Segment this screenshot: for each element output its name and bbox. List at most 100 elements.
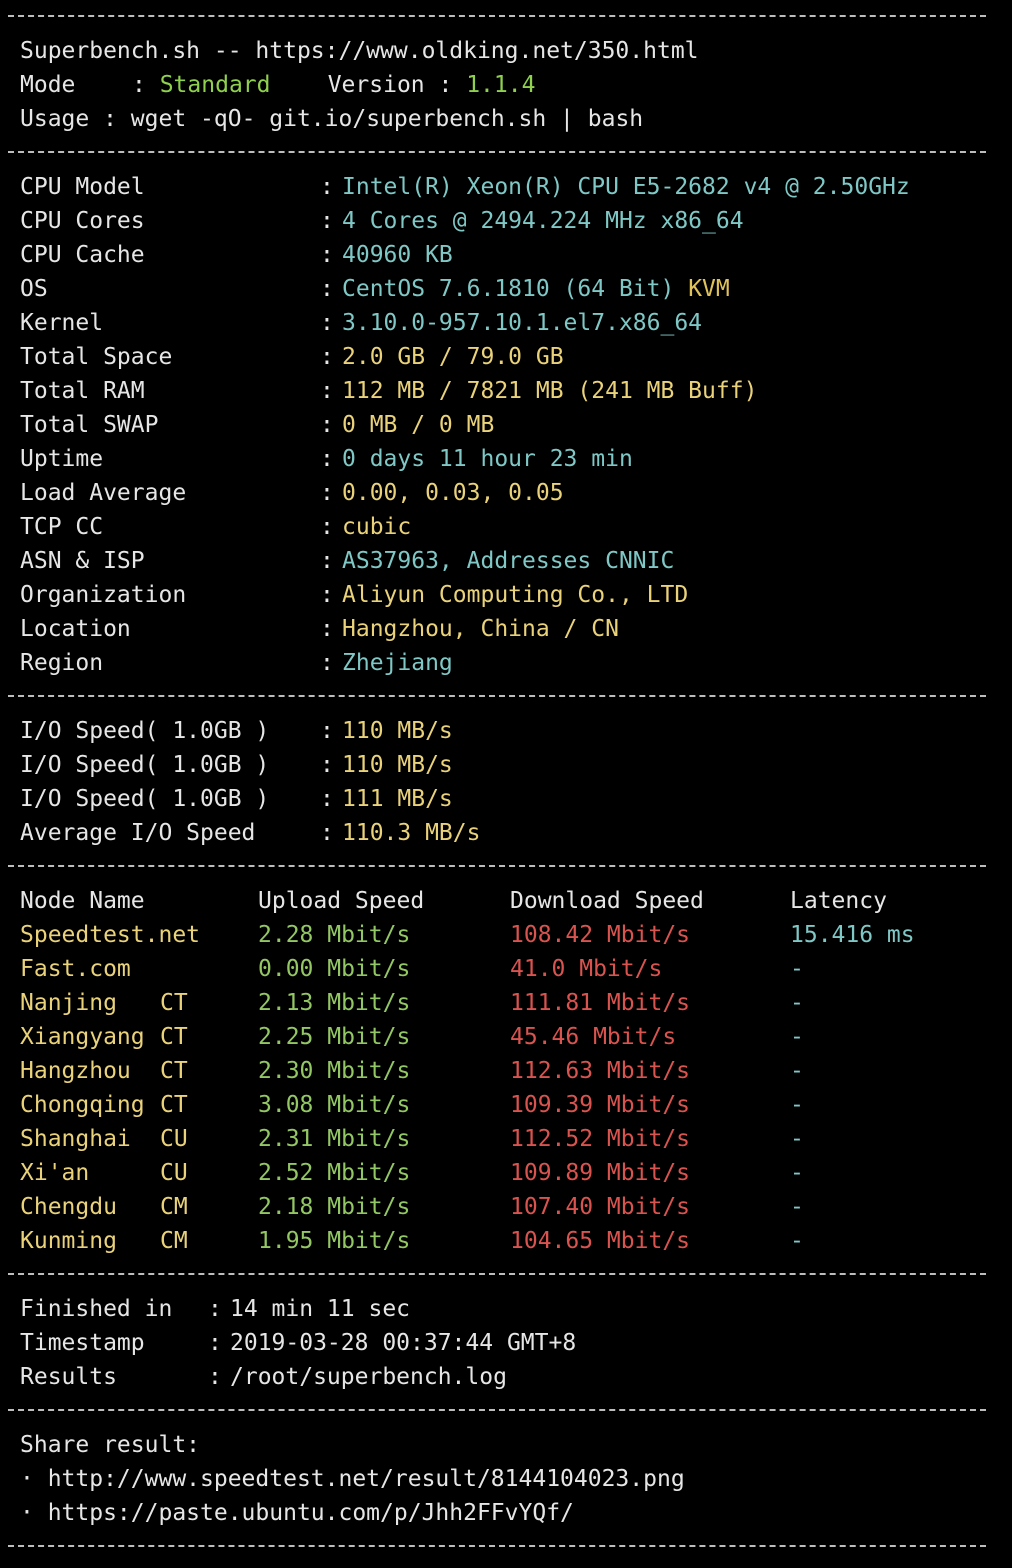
latency: - [790,1024,804,1050]
sysinfo-label: Total Space [20,344,173,370]
io-separator: : [320,752,334,778]
table-row: Chongqing CT 3.08 Mbit/s 109.39 Mbit/s - [20,1088,1000,1122]
sysinfo-label: ASN & ISP [20,548,145,574]
sysinfo-value: Hangzhou, China / CN [342,616,619,642]
mode-value: Standard [159,72,271,98]
latency: 15.416 ms [790,922,915,948]
table-row: Xiangyang CT 2.25 Mbit/s 45.46 Mbit/s - [20,1020,1000,1054]
upload-speed: 2.52 Mbit/s [258,1160,411,1186]
sysinfo-separator: : [320,582,334,608]
sysinfo-value: cubic [342,514,412,540]
node-isp: CT [160,1024,188,1050]
sysinfo-value: 2.0 GB / 79.0 GB [342,344,564,370]
sysinfo-value: Aliyun Computing Co., LTD [342,582,689,608]
sysinfo-label: Load Average [20,480,187,506]
sysinfo-row: Region: Zhejiang [20,646,1000,680]
finished-label: Finished in [20,1296,173,1322]
sysinfo-label: Region [20,650,104,676]
upload-speed: 2.25 Mbit/s [258,1024,411,1050]
version-value: 1.1.4 [466,72,536,98]
sysinfo-row: ASN & ISP: AS37963, Addresses CNNIC [20,544,1000,578]
io-separator: : [320,820,334,846]
io-row: I/O Speed( 1.0GB ):111 MB/s [20,782,1000,816]
sysinfo-label: Total SWAP [20,412,159,438]
sysinfo-row: Location: Hangzhou, China / CN [20,612,1000,646]
mode-version-line: Mode: Standard Version : 1.1.4 [20,68,1000,102]
latency: - [790,1194,804,1220]
results-line: Results:/root/superbench.log [20,1360,1000,1394]
table-row: Nanjing CT 2.13 Mbit/s 111.81 Mbit/s - [20,986,1000,1020]
upload-speed: 1.95 Mbit/s [258,1228,411,1254]
header-title: Superbench.sh -- https://www.oldking.net… [20,38,699,64]
sysinfo-separator: : [320,480,334,506]
upload-speed: 0.00 Mbit/s [258,956,411,982]
node-city: Nanjing [20,990,117,1016]
sysinfo-label: CPU Cache [20,242,145,268]
sysinfo-value: 4 Cores @ 2494.224 MHz x86_64 [342,208,744,234]
sysinfo-label: Total RAM [20,378,145,404]
sysinfo-row: TCP CC: cubic [20,510,1000,544]
io-label: I/O Speed( 1.0GB ) [20,752,270,778]
node-city: Chengdu [20,1194,117,1220]
download-speed: 108.42 Mbit/s [510,922,691,948]
sysinfo-separator: : [320,208,334,234]
node-isp: CU [160,1126,188,1152]
timestamp-value: 2019-03-28 00:37:44 GMT+8 [230,1330,577,1356]
node-isp: CM [160,1228,188,1254]
latency: - [790,1228,804,1254]
sysinfo-separator: : [320,242,334,268]
node-city: Kunming [20,1228,117,1254]
table-row: Kunming CM 1.95 Mbit/s 104.65 Mbit/s - [20,1224,1000,1258]
latency: - [790,990,804,1016]
upload-speed: 2.30 Mbit/s [258,1058,411,1084]
sysinfo-row: CPU Cache:40960 KB [20,238,1000,272]
speed-table-header: Node Name Upload Speed Download Speed Laten… [20,884,1000,918]
sysinfo-row: Total SWAP:0 MB / 0 MB [20,408,1000,442]
latency: - [790,1058,804,1084]
upload-speed: 3.08 Mbit/s [258,1092,411,1118]
timestamp-line: Timestamp:2019-03-28 00:37:44 GMT+8 [20,1326,1000,1360]
upload-speed: 2.18 Mbit/s [258,1194,411,1220]
download-speed: 107.40 Mbit/s [510,1194,691,1220]
io-label: I/O Speed( 1.0GB ) [20,718,270,744]
download-speed: 45.46 Mbit/s [510,1024,677,1050]
sysinfo-separator: : [320,344,334,370]
sysinfo-row: OS: CentOS 7.6.1810 (64 Bit) KVM [20,272,1000,306]
io-row: Average I/O Speed:110.3 MB/s [20,816,1000,850]
share-link-paste[interactable]: · https://paste.ubuntu.com/p/Jhh2FFvYQf/ [20,1496,1000,1530]
table-row: Xi'an CU 2.52 Mbit/s 109.89 Mbit/s - [20,1156,1000,1190]
sysinfo-value: Zhejiang [342,650,453,676]
results-value: /root/superbench.log [230,1364,507,1390]
latency: - [790,1126,804,1152]
sysinfo-label: Kernel [20,310,104,336]
sysinfo-label: OS [20,276,48,302]
sysinfo-row: CPU Cores:4 Cores @ 2494.224 MHz x86_64 [20,204,1000,238]
download-speed: 109.39 Mbit/s [510,1092,691,1118]
download-speed: 111.81 Mbit/s [510,990,691,1016]
divider [8,1394,1000,1428]
sysinfo-row: Uptime:0 days 11 hour 23 min [20,442,1000,476]
io-separator: : [320,718,334,744]
latency: - [790,956,804,982]
io-row: I/O Speed( 1.0GB ):110 MB/s [20,748,1000,782]
node-isp: CT [160,990,188,1016]
sysinfo-extra: KVM [688,276,730,302]
divider [8,1530,1000,1564]
io-speed-section: I/O Speed( 1.0GB ):110 MB/s I/O Speed( 1.… [20,714,1000,850]
node-city: Chongqing [20,1092,145,1118]
sysinfo-separator: : [320,446,334,472]
share-link-speedtest[interactable]: · http://www.speedtest.net/result/814410… [20,1462,1000,1496]
mode-label: Mode [20,72,76,98]
node-city: Hangzhou [20,1058,131,1084]
sysinfo-separator: : [320,378,334,404]
results-label: Results [20,1364,117,1390]
latency: - [790,1160,804,1186]
io-value: 110 MB/s [342,752,453,778]
sysinfo-label: CPU Cores [20,208,145,234]
finished-value: 14 min 11 sec [230,1296,411,1322]
sysinfo-separator: : [320,310,334,336]
latency-header: Latency [790,888,887,914]
divider [8,850,1000,884]
io-value: 111 MB/s [342,786,453,812]
sysinfo-separator: : [320,616,334,642]
